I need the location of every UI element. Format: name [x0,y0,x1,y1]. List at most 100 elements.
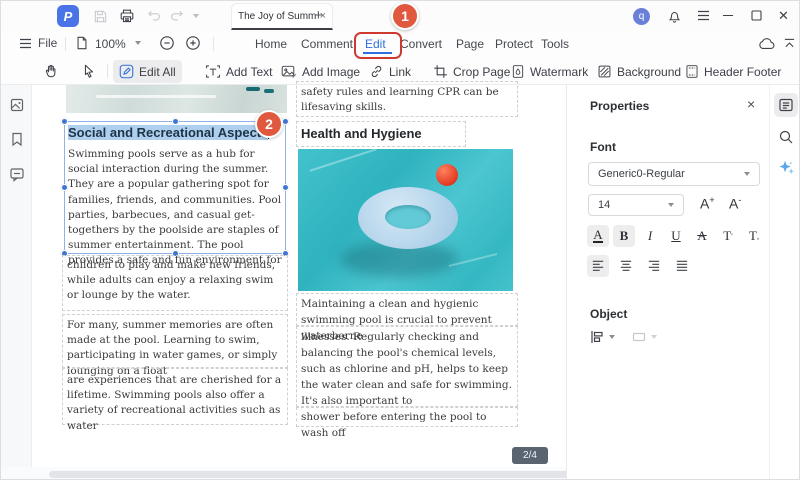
hand-tool-icon[interactable] [43,63,59,79]
edit-all-label: Edit All [139,64,176,79]
menu-convert[interactable]: Convert [400,37,442,51]
menu-page[interactable]: Page [456,37,484,51]
font-color-button[interactable]: A [587,225,609,247]
new-tab-icon[interactable]: + [314,7,323,24]
search-icon[interactable] [774,125,798,149]
app-window: P The Joy of Summer Swi... × + q ✕ [0,0,800,480]
text-block[interactable]: Maintaining a clean and hygienic swimmin… [296,293,518,342]
zoom-dropdown-icon[interactable] [135,41,141,45]
add-text-button[interactable]: Add Text [199,60,278,83]
photo-detail [385,205,431,229]
resize-handle[interactable] [61,184,68,191]
select-tool-icon[interactable] [81,63,97,79]
font-family-select[interactable]: Generic0-Regular [588,162,760,186]
text-block[interactable]: children to play and make new friends, w… [62,255,288,311]
justify-button[interactable] [671,255,693,277]
heading-block[interactable]: Health and Hygiene [296,121,466,147]
avatar[interactable]: q [633,8,650,25]
page-thumbnails-icon[interactable] [9,97,25,113]
crop-page-label: Crop Page [453,64,511,79]
paragraph-text: shower before entering the pool to wash … [301,411,487,439]
increase-font-size-icon[interactable]: A+ [700,195,715,212]
header-footer-button[interactable]: Header Footer [679,60,787,83]
page-view-icon[interactable] [75,35,89,51]
red-ball [436,164,458,186]
strikethrough-button[interactable]: A [691,225,713,247]
pool-photo[interactable] [298,149,513,291]
object-align-dropdown-icon[interactable] [609,335,615,339]
align-right-button[interactable] [643,255,665,277]
notification-bell-icon[interactable] [667,8,682,24]
step-1-badge: 1 [391,2,419,30]
document-page[interactable]: Social and Recreational Aspects Swimming… [32,81,566,467]
menu-comment[interactable]: Comment [301,37,353,51]
watermark-button[interactable]: Watermark [505,60,594,83]
properties-panel-icon[interactable] [774,93,798,117]
save-icon[interactable] [93,9,108,24]
menu-home[interactable]: Home [255,37,287,51]
bold-button[interactable]: B [613,225,635,247]
zoom-level[interactable]: 100% [95,37,126,51]
subscript-button[interactable]: T, [743,225,765,247]
background-button[interactable]: Background [591,60,687,83]
decrease-font-size-icon[interactable]: A- [729,195,741,212]
resize-handle[interactable] [282,118,289,125]
add-image-button[interactable]: Add Image [275,60,366,83]
window-menu-icon[interactable] [697,10,710,21]
paragraph-text: lifesaving skills. [301,101,387,113]
comments-panel-icon[interactable] [9,166,25,182]
window-maximize-icon[interactable] [751,10,762,21]
photo-detail [96,95,216,98]
add-text-icon [206,65,220,78]
crop-page-button[interactable]: Crop Page [427,60,516,83]
superscript-button[interactable]: T ' [717,225,739,247]
horizontal-scrollbar[interactable] [49,471,573,478]
right-icon-strip [769,85,799,479]
photo-detail [246,87,260,91]
collapse-toolbar-icon[interactable] [783,38,796,49]
print-icon[interactable] [119,8,135,24]
font-size-select[interactable]: 14 [588,194,684,216]
edit-all-button[interactable]: Edit All [113,60,182,83]
italic-button[interactable]: I [639,225,661,247]
ai-assistant-icon[interactable] [774,155,798,179]
link-button[interactable]: Link [363,60,417,83]
text-block[interactable]: shower before entering the pool to wash … [296,407,518,439]
file-menu[interactable]: File [19,36,57,50]
text-block[interactable]: For many, summer memories are often made… [62,314,288,377]
text-block[interactable]: are experiences that are cherished for a… [62,368,288,432]
chevron-down-icon [668,203,674,207]
cloud-icon[interactable] [758,37,776,50]
app-logo-icon: P [57,5,79,27]
history-dropdown-icon[interactable] [193,14,199,18]
bookmarks-icon[interactable] [9,131,25,147]
window-close-icon[interactable]: ✕ [778,8,789,24]
link-icon [371,65,382,78]
selected-text-box[interactable]: Social and Recreational Aspects Swimming… [61,118,289,266]
header-footer-label: Header Footer [704,64,782,79]
zoom-in-icon[interactable] [185,35,201,51]
underline-button[interactable]: U [665,225,687,247]
window-minimize-icon[interactable] [723,15,733,17]
object-section-label: Object [590,307,628,321]
paragraph-text: children to play and make new friends, w… [67,259,276,302]
resize-handle[interactable] [61,118,68,125]
align-center-button[interactable] [615,255,637,277]
menu-tools[interactable]: Tools [541,37,569,51]
panel-close-icon[interactable]: × [747,96,755,112]
pool-photo-top-partial[interactable] [66,85,287,113]
object-distribute-dropdown-icon [651,335,657,339]
resize-handle[interactable] [172,118,179,125]
font-family-value: Generic0-Regular [598,168,685,180]
text-block[interactable]: illnesses. Regularly checking and balanc… [296,326,518,407]
header-footer-icon [686,65,698,78]
redo-icon[interactable] [169,10,184,23]
photo-detail [264,89,274,93]
zoom-out-icon[interactable] [159,35,175,51]
text-block[interactable]: safety rules and learning CPR can be lif… [296,81,518,117]
object-align-icon[interactable] [589,329,605,345]
undo-icon[interactable] [147,10,162,23]
menu-protect[interactable]: Protect [495,37,533,51]
align-left-button[interactable] [587,255,609,277]
panel-title: Properties [590,99,650,113]
